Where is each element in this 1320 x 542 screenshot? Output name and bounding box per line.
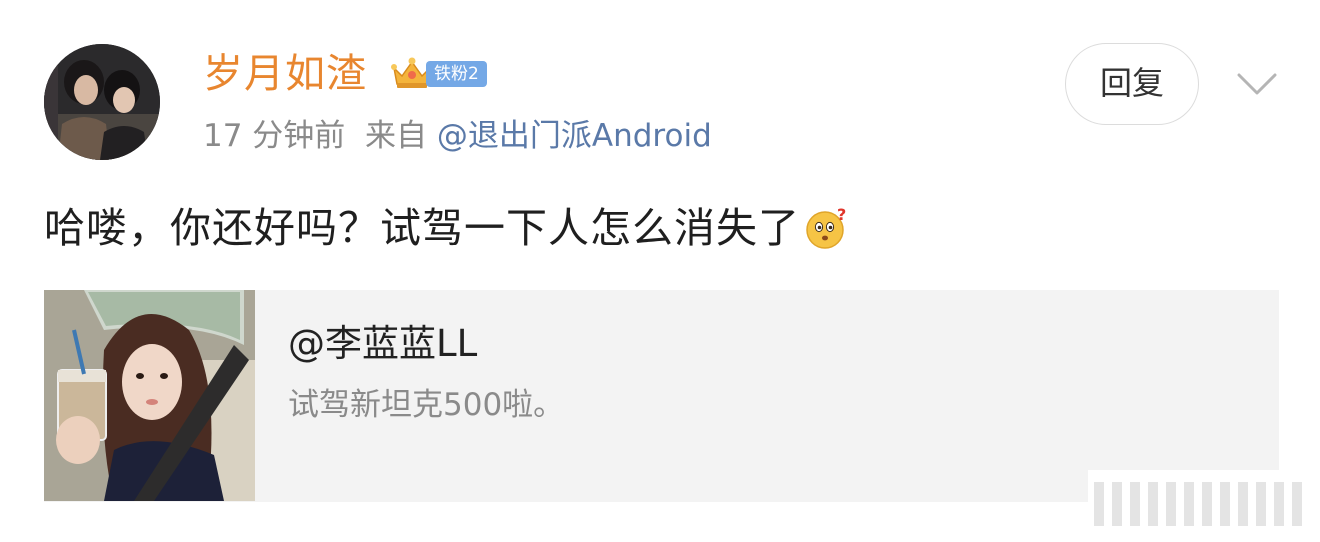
chevron-down-icon[interactable] [1236,70,1278,98]
source-link[interactable]: @退出门派Android [437,118,712,154]
reply-button[interactable]: 回复 [1065,43,1199,125]
quoted-author[interactable]: @李蓝蓝LL [288,320,477,368]
svg-text:?: ? [837,205,847,224]
avatar[interactable] [44,44,160,160]
scroll-indicator [1088,470,1314,526]
source-prefix: 来自 [365,118,428,154]
username[interactable]: 岁月如渣 [203,48,367,100]
post-time: 17 分钟前 [203,118,346,154]
fan-badge-label: 铁粉2 [426,61,487,87]
quoted-text: 试驾新坦克500啦。 [288,387,565,423]
comment-body: 哈喽，你还好吗？试驾一下人怎么消失了 [44,204,800,252]
avatar-photo [44,44,160,160]
comment-page: 岁月如渣 铁粉2 17 分钟前 来自 @退出门派Android 回复 哈喽，你还… [0,0,1320,542]
comment-text: 哈喽，你还好吗？试驾一下人怎么消失了 ? [44,198,850,258]
post-meta: 17 分钟前 来自 @退出门派Android [203,114,712,158]
puzzled-face-emoji-icon: ? [806,205,847,249]
thumbnail-photo [44,290,255,501]
fan-badge[interactable]: 铁粉2 [390,56,502,90]
quoted-post-thumbnail [44,290,255,501]
